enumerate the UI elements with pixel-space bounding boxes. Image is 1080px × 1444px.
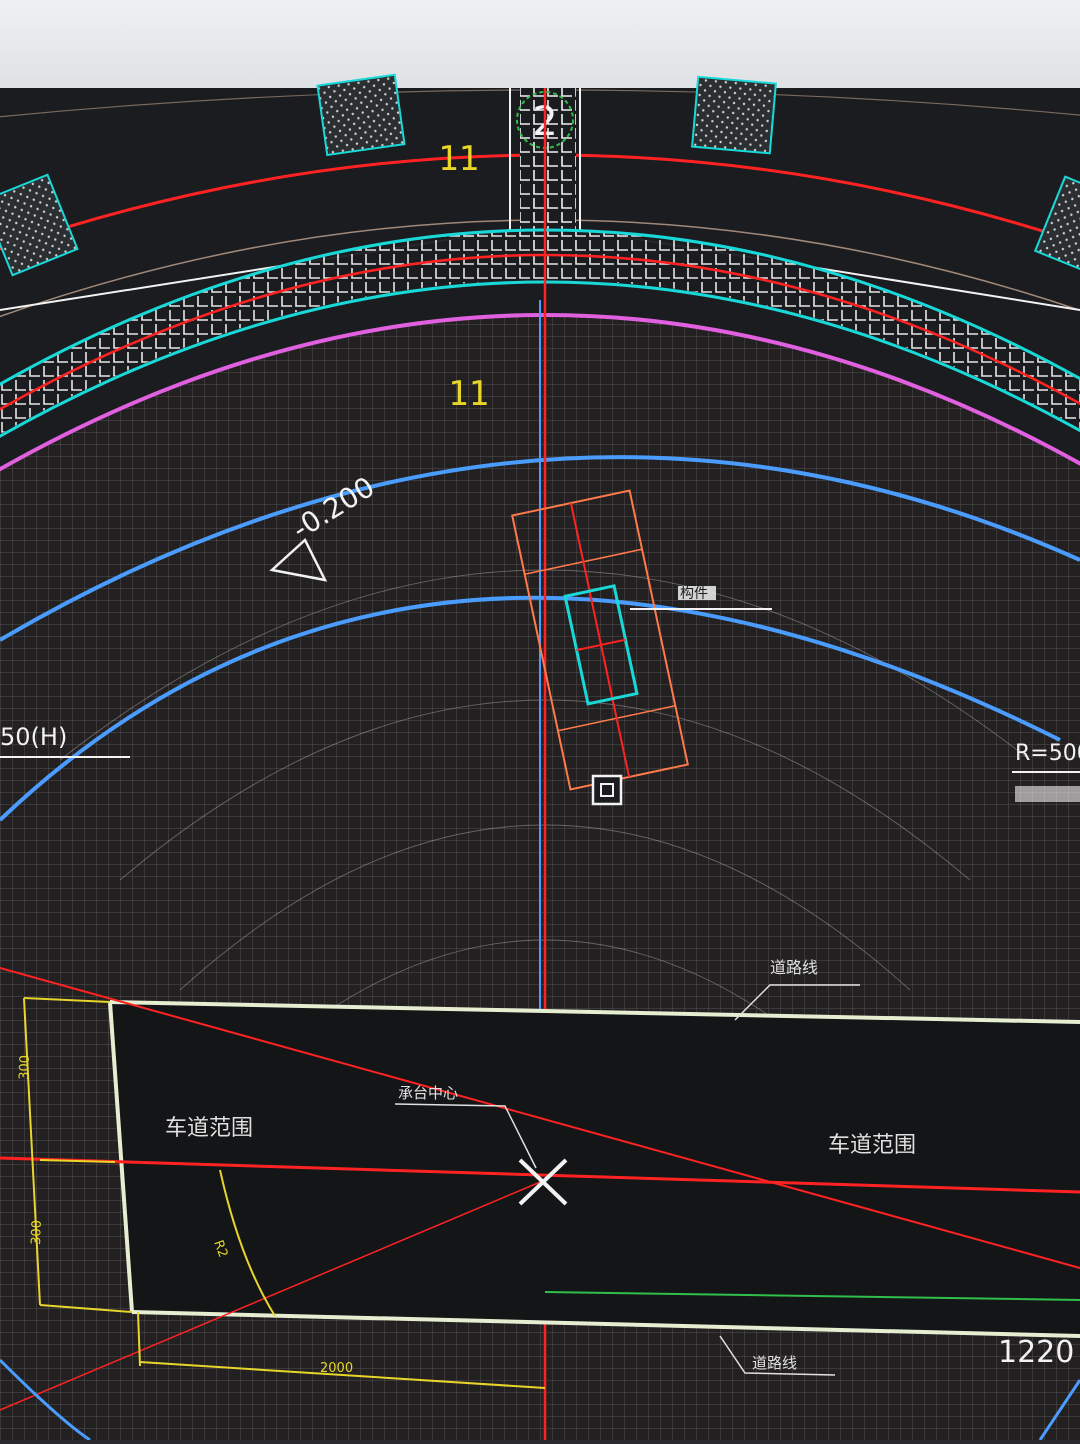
axis-label-upper: 11 — [438, 139, 479, 179]
snap-marker[interactable] — [591, 774, 623, 806]
svg-text:道路线: 道路线 — [752, 1354, 797, 1372]
dim-left-bottom: 300 — [29, 1220, 45, 1245]
bottom-right-number: 1220 — [998, 1335, 1074, 1370]
svg-text:50(H): 50(H) — [0, 723, 67, 751]
svg-text:R=5000: R=5000 — [1015, 741, 1080, 766]
svg-text:承台中心: 承台中心 — [398, 1084, 458, 1102]
car-lane-right-label: 车道范围 — [828, 1133, 916, 1158]
svg-text:道路线: 道路线 — [770, 958, 818, 977]
dim-left-top: 300 — [17, 1055, 33, 1080]
svg-text:构件: 构件 — [680, 586, 708, 602]
cad-viewport[interactable]: 2 11 11 -0.200 50(H) R=50 构件 车道范围 车道范围 承… — [0, 0, 1080, 1442]
car-lane-left-label: 车道范围 — [165, 1116, 253, 1141]
cad-screen: 2 11 11 -0.200 50(H) R=50 构件 车道范围 车道范围 承… — [0, 0, 1080, 1442]
right-dimension: R=5000 — [1012, 741, 1080, 802]
dim-bottom: 2000 — [320, 1361, 353, 1376]
road-zone — [108, 1000, 1080, 1338]
axis-label-inner: 11 — [448, 374, 489, 414]
drawing-canvas[interactable]: 2 11 11 -0.200 50(H) R=50 构件 车道范围 车道范围 承… — [0, 0, 1080, 1442]
